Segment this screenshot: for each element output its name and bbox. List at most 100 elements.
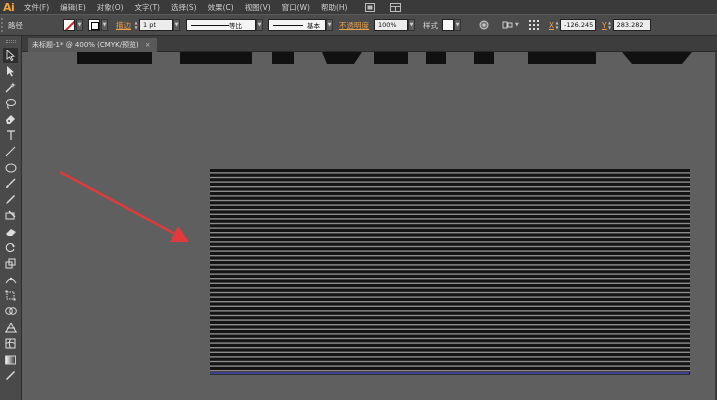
free-transform-tool-icon[interactable]: [3, 288, 18, 303]
stripe-line: [210, 302, 690, 306]
tools-panel: [0, 36, 22, 400]
stripe-line: [210, 196, 690, 200]
stripe-line: [210, 284, 690, 288]
scale-tool-icon[interactable]: [3, 256, 18, 271]
fill-dropdown[interactable]: ▼: [76, 19, 83, 31]
menu-bar: Ai 文件(F) 编辑(E) 对象(O) 文字(T) 选择(S) 效果(C) 视…: [0, 0, 717, 14]
stripe-line: [210, 348, 690, 352]
stripe-line: [210, 362, 690, 366]
magic-wand-tool-icon[interactable]: [3, 80, 18, 95]
brush-definition[interactable]: 基本: [268, 19, 326, 31]
menu-object[interactable]: 对象(O): [97, 2, 124, 13]
stripe-line: [210, 205, 690, 209]
stripe-line: [210, 215, 690, 219]
document-tab-title: 未标题-1* @ 400% (CMYK/预览): [32, 41, 139, 49]
bridge-icon[interactable]: [364, 2, 376, 12]
app-logo: Ai: [3, 0, 15, 14]
selection-tool-icon[interactable]: [3, 48, 18, 63]
perspective-grid-tool-icon[interactable]: [3, 320, 18, 335]
stripe-line: [210, 251, 690, 255]
control-bar: 路径 ▼ ▼ 描边 ▲ ▼ 1 pt ▼ 等比 ▼ 基本 ▼ 不透明度 100% …: [0, 14, 717, 36]
eraser-tool-icon[interactable]: [3, 224, 18, 239]
stripe-line: [210, 169, 690, 173]
menu-help[interactable]: 帮助(H): [321, 2, 348, 13]
stripe-line: [210, 261, 690, 265]
mesh-tool-icon[interactable]: [3, 336, 18, 351]
eyedropper-tool-icon[interactable]: [3, 368, 18, 383]
stroke-color-dropdown[interactable]: ▼: [101, 19, 108, 31]
line-segment-tool-icon[interactable]: [3, 144, 18, 159]
stripe-line: [210, 182, 690, 186]
opacity-dropdown[interactable]: ▼: [408, 19, 415, 31]
stripe-line: [210, 325, 690, 329]
gradient-tool-icon[interactable]: [3, 352, 18, 367]
y-field[interactable]: 283.282: [612, 19, 651, 31]
rotate-tool-icon[interactable]: [3, 240, 18, 255]
stripe-line: [210, 311, 690, 315]
reference-point-icon[interactable]: [527, 18, 541, 32]
align-icon[interactable]: [501, 18, 515, 32]
brush-dropdown[interactable]: ▼: [326, 19, 333, 31]
stroke-label[interactable]: 描边: [116, 20, 131, 31]
style-label: 样式: [423, 20, 438, 30]
stripe-line: [210, 247, 690, 251]
tools-panel-grip[interactable]: [0, 36, 21, 46]
document-tab-bar: 未标题-1* @ 400% (CMYK/预览) ×: [22, 36, 717, 52]
arrange-documents-icon[interactable]: [390, 2, 402, 12]
pencil-tool-icon[interactable]: [3, 192, 18, 207]
menu-view[interactable]: 视图(V): [245, 2, 271, 13]
direct-selection-tool-icon[interactable]: [3, 64, 18, 79]
control-bar-grip[interactable]: [1, 18, 5, 32]
width-tool-icon[interactable]: [3, 272, 18, 287]
shape-builder-tool-icon[interactable]: [3, 304, 18, 319]
stripe-line: [210, 307, 690, 311]
close-tab-icon[interactable]: ×: [145, 41, 151, 49]
menu-effect[interactable]: 效果(C): [208, 2, 234, 13]
red-arrow-annotation: [59, 170, 189, 242]
stroke-swatch[interactable]: [88, 19, 100, 31]
menu-type[interactable]: 文字(T): [135, 2, 160, 13]
menu-select[interactable]: 选择(S): [171, 2, 197, 13]
stripe-line: [210, 224, 690, 228]
menu-edit[interactable]: 编辑(E): [60, 2, 86, 13]
stroke-weight-dropdown[interactable]: ▼: [173, 19, 180, 31]
x-field[interactable]: -126.245: [560, 19, 596, 31]
stripe-line: [210, 343, 690, 347]
artwork-svg: [59, 52, 692, 375]
stripe-line: [210, 297, 690, 301]
stripe-line: [210, 228, 690, 232]
stripe-line: [210, 353, 690, 357]
type-tool-icon[interactable]: [3, 128, 18, 143]
paintbrush-tool-icon[interactable]: [3, 176, 18, 191]
stripe-line: [210, 173, 690, 177]
stripe-line: [210, 265, 690, 269]
stripe-line: [210, 288, 690, 292]
stroke-weight-field[interactable]: 1 pt: [139, 19, 173, 31]
canvas-area[interactable]: [22, 52, 717, 400]
object-type-label: 路径: [8, 20, 23, 30]
opacity-label[interactable]: 不透明度: [339, 20, 369, 31]
fill-swatch[interactable]: [63, 19, 75, 31]
menu-file[interactable]: 文件(F): [24, 2, 49, 13]
variable-width-profile[interactable]: 等比: [186, 19, 256, 31]
stripe-line: [210, 293, 690, 297]
lasso-tool-icon[interactable]: [3, 96, 18, 111]
graphic-style-dropdown[interactable]: ▼: [454, 19, 461, 31]
document-tab[interactable]: 未标题-1* @ 400% (CMYK/预览) ×: [28, 38, 157, 52]
profile-dropdown[interactable]: ▼: [256, 19, 263, 31]
stripe-line: [210, 339, 690, 343]
stripe-line: [210, 210, 690, 214]
pen-tool-icon[interactable]: [3, 112, 18, 127]
recolor-artwork-icon[interactable]: [477, 18, 491, 32]
stripe-line: [210, 187, 690, 191]
stripe-line: [210, 366, 690, 370]
brush-label: 基本: [307, 22, 320, 30]
graphic-style-swatch[interactable]: [442, 19, 454, 31]
horizontal-stripes-artwork[interactable]: [210, 169, 690, 375]
menu-window[interactable]: 窗口(W): [282, 2, 310, 13]
ellipse-tool-icon[interactable]: [3, 160, 18, 175]
opacity-field[interactable]: 100%: [374, 19, 408, 31]
stripe-line: [210, 178, 690, 182]
stripe-line: [210, 192, 690, 196]
blob-brush-tool-icon[interactable]: [3, 208, 18, 223]
